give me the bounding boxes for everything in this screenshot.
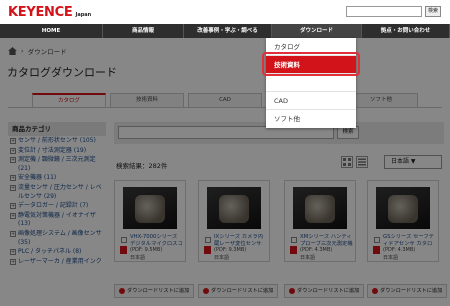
menu-backdrop-overlay[interactable]	[0, 38, 450, 306]
site-header: KEYENCE Japan 検索	[0, 0, 450, 24]
global-nav: HOME 商品情報 改善事例・学ぶ・調べる ダウンロード 拠点・お問い合わせ	[0, 24, 450, 38]
menu-item-hidden[interactable]	[266, 74, 356, 92]
nav-download[interactable]: ダウンロード	[272, 24, 362, 38]
logo-region: Japan	[75, 12, 92, 18]
highlight-annotation	[262, 52, 360, 76]
menu-item-software[interactable]: ソフト他	[266, 110, 356, 128]
menu-item-cad[interactable]: CAD	[266, 92, 356, 110]
logo-text: KEYENCE	[8, 5, 73, 20]
nav-home[interactable]: HOME	[0, 24, 103, 38]
nav-cases[interactable]: 改善事例・学ぶ・調べる	[184, 24, 272, 38]
site-search-button[interactable]: 検索	[425, 6, 441, 17]
site-search-input[interactable]	[346, 6, 422, 17]
keyence-logo[interactable]: KEYENCE Japan	[8, 6, 91, 19]
nav-products[interactable]: 商品情報	[103, 24, 184, 38]
nav-contact[interactable]: 拠点・お問い合わせ	[362, 24, 450, 38]
